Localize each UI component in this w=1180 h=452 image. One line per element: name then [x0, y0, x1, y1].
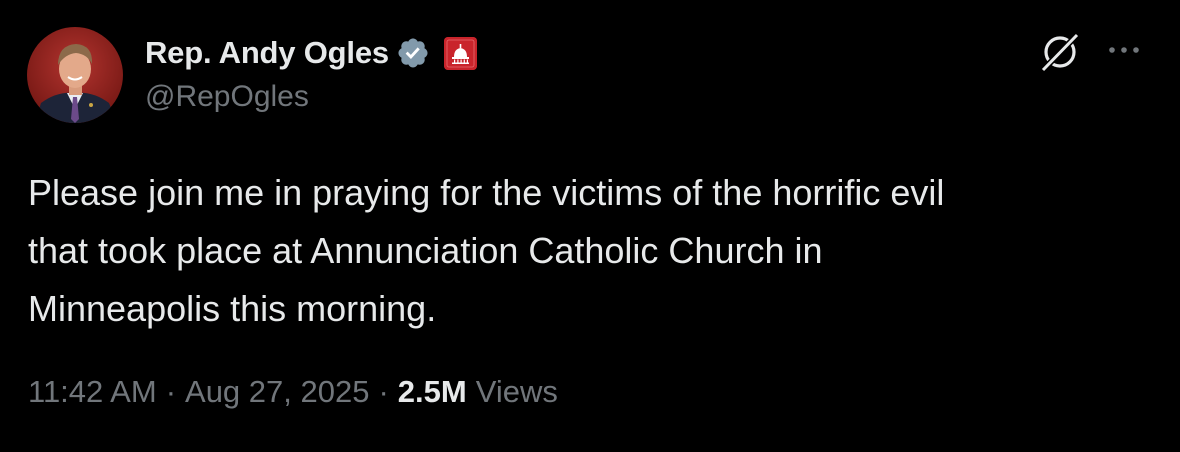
tweet-text: Please join me in praying for the victim…: [28, 172, 945, 329]
tweet-time[interactable]: 11:42 AM: [28, 374, 157, 410]
avatar[interactable]: [27, 27, 123, 123]
tweet-card: Rep. Andy Ogles @RepOgles Please join me…: [0, 0, 1180, 452]
author-handle[interactable]: @RepOgles: [145, 80, 309, 114]
views-count[interactable]: 2.5M: [398, 374, 467, 410]
tweet-meta: 11:42 AM · Aug 27, 2025 · 2.5M Views: [28, 374, 558, 410]
capitol-badge-icon[interactable]: [443, 36, 477, 70]
meta-separator: ·: [378, 374, 389, 409]
views-label: Views: [475, 374, 558, 409]
grok-icon[interactable]: [1038, 30, 1082, 74]
author-name-row: Rep. Andy Ogles: [145, 32, 477, 74]
tweet-date[interactable]: Aug 27, 2025: [185, 374, 369, 410]
more-icon[interactable]: [1104, 40, 1144, 60]
verified-badge-icon[interactable]: [396, 36, 430, 70]
author-display-name[interactable]: Rep. Andy Ogles: [145, 35, 389, 71]
meta-separator: ·: [165, 374, 177, 409]
